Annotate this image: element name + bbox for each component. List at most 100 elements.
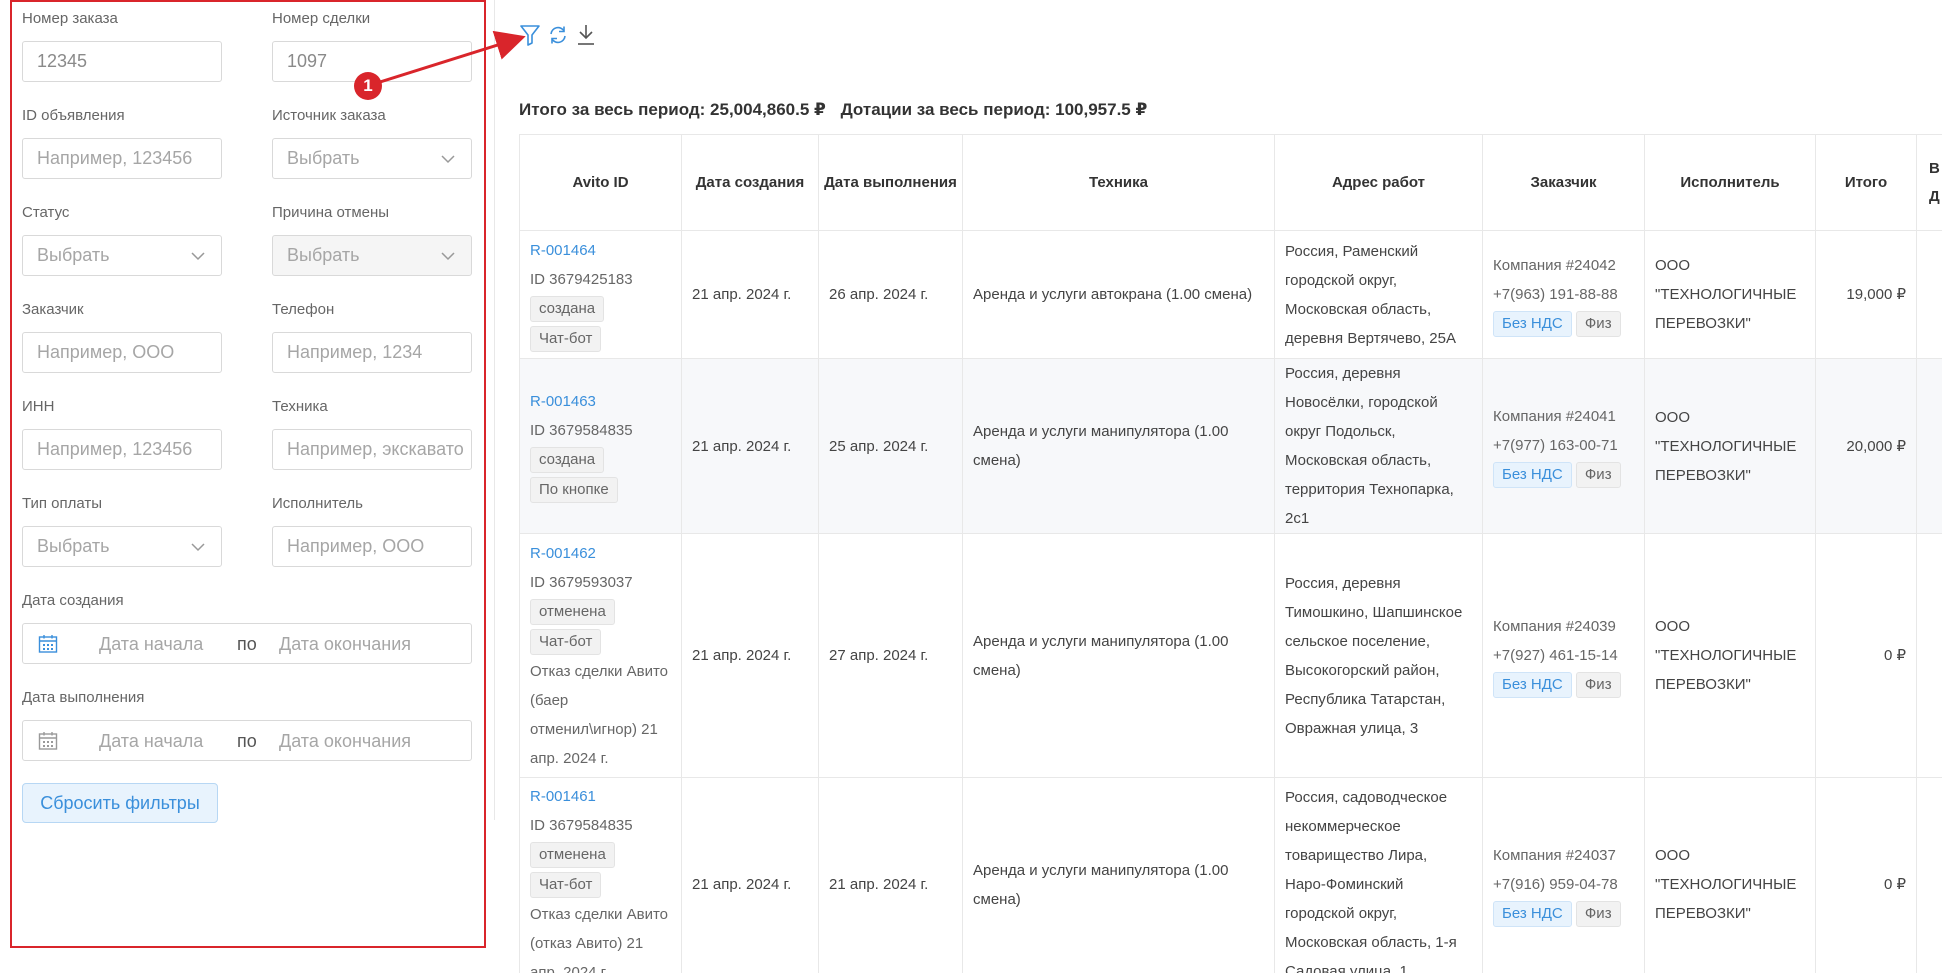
field-label: Техника	[272, 398, 328, 415]
column-header[interactable]: Техника	[962, 134, 1275, 231]
chevron-down-icon	[441, 155, 455, 164]
field-label: Статус	[22, 204, 70, 221]
status-badge: отменена	[530, 842, 615, 868]
field-label: ИНН	[22, 398, 55, 415]
customer-name: Компания #24037	[1493, 846, 1616, 864]
person-badge: Физ	[1575, 310, 1621, 337]
order-number-input[interactable]: 12345	[22, 41, 222, 82]
executor: ООО "ТЕХНОЛОГИЧНЫЕ ПЕРЕВОЗКИ"	[1644, 230, 1816, 359]
inn-input[interactable]: Например, 123456	[22, 429, 222, 470]
filter-toggle-button[interactable]	[518, 20, 542, 50]
status-badge: создана	[530, 295, 605, 322]
ad-id: ID 3679593037	[530, 573, 633, 591]
filter-payment-type: Тип оплаты Выбрать	[22, 487, 222, 584]
filter-order-source: Источник заказа Выбрать	[272, 99, 472, 196]
column-header[interactable]: Заказчик	[1482, 134, 1645, 231]
executor-input[interactable]: Например, ООО	[272, 526, 472, 567]
customer-input[interactable]: Например, ООО	[22, 332, 222, 373]
filter-created-date: Дата создания Дата начала по Дата оконча…	[22, 584, 472, 681]
panel-divider	[494, 0, 495, 820]
chevron-down-icon	[441, 252, 455, 261]
vat-badge: Без НДС	[1493, 900, 1572, 927]
column-header[interactable]: Дата выполнения	[818, 134, 963, 231]
order-id-link[interactable]: R-001464	[530, 236, 671, 265]
column-header[interactable]: Исполнитель	[1644, 134, 1816, 231]
date-start-input[interactable]: Дата начала	[99, 634, 203, 655]
address: Россия, Раменский городской округ, Моско…	[1274, 230, 1483, 359]
created-date: 21 апр. 2024 г.	[681, 230, 819, 359]
field-label: Заказчик	[22, 301, 84, 318]
order-id-link[interactable]: R-001462	[530, 539, 671, 568]
column-header[interactable]: В Д	[1916, 134, 1942, 231]
callout-badge: 1	[354, 72, 382, 100]
source-badge: Чат-бот	[530, 628, 602, 655]
customer-phone: +7(916) 959-04-78	[1493, 875, 1618, 893]
orders-table: Avito ID Дата создания Дата выполнения Т…	[519, 134, 1942, 973]
status-select[interactable]: Выбрать	[22, 235, 222, 276]
column-header[interactable]: Адрес работ	[1274, 134, 1483, 231]
order-id-link[interactable]: R-001463	[530, 387, 671, 416]
column-header[interactable]: Итого	[1815, 134, 1917, 231]
ad-id-input[interactable]: Например, 123456	[22, 138, 222, 179]
extra-cell	[1916, 358, 1942, 534]
payment-type-select[interactable]: Выбрать	[22, 526, 222, 567]
column-header[interactable]: Avito ID	[519, 134, 682, 231]
customer-name: Компания #24042	[1493, 256, 1616, 274]
filter-customer: Заказчик Например, ООО	[22, 293, 222, 390]
chevron-down-icon	[191, 252, 205, 261]
done-date: 25 апр. 2024 г.	[818, 358, 963, 534]
created-date: 21 апр. 2024 г.	[681, 777, 819, 973]
filter-panel: Номер заказа 12345 Номер сделки 1097 ID …	[10, 0, 486, 948]
download-button[interactable]	[574, 20, 598, 50]
total: 0 ₽	[1815, 533, 1917, 778]
order-source-select[interactable]: Выбрать	[272, 138, 472, 179]
field-label: Источник заказа	[272, 107, 386, 124]
equipment: Аренда и услуги автокрана (1.00 смена)	[962, 230, 1275, 359]
field-label: Тип оплаты	[22, 495, 103, 512]
select-placeholder: Выбрать	[37, 536, 110, 556]
executor: ООО "ТЕХНОЛОГИЧНЫЕ ПЕРЕВОЗКИ"	[1644, 533, 1816, 778]
field-label: Телефон	[272, 301, 335, 318]
total-amount: Итого за весь период: 25,004,860.5 ₽	[519, 100, 826, 119]
created-date-range[interactable]: Дата начала по Дата окончания	[22, 623, 472, 664]
equipment-input[interactable]: Например, экскавато	[272, 429, 472, 470]
reset-filters-button[interactable]: Сбросить фильтры	[22, 783, 218, 823]
date-start-input[interactable]: Дата начала	[99, 731, 203, 752]
customer-phone: +7(963) 191-88-88	[1493, 285, 1618, 303]
customer-name: Компания #24041	[1493, 408, 1616, 425]
refresh-button[interactable]	[546, 20, 570, 50]
customer-phone: +7(927) 461-15-14	[1493, 646, 1618, 664]
column-header[interactable]: Дата создания	[681, 134, 819, 231]
order-id-link[interactable]: R-001461	[530, 782, 671, 811]
done-date: 27 апр. 2024 г.	[818, 533, 963, 778]
select-placeholder: Выбрать	[287, 148, 360, 168]
field-label: ID объявления	[22, 107, 125, 124]
equipment: Аренда и услуги манипулятора (1.00 смена…	[962, 358, 1275, 534]
table-row[interactable]: R-001462 ID 3679593037 отменена Чат-бот …	[519, 533, 1942, 778]
table-toolbar	[518, 20, 598, 50]
person-badge: Физ	[1575, 900, 1621, 927]
cancel-reason-select[interactable]: Выбрать	[272, 235, 472, 276]
table-row[interactable]: R-001461 ID 3679584835 отменена Чат-бот …	[519, 777, 1942, 973]
address: Россия, деревня Тимошкино, Шапшинское се…	[1274, 533, 1483, 778]
cancel-note: Отказ сделки Авито (отказ Авито) 21 апр.…	[530, 906, 669, 973]
person-badge: Физ	[1575, 671, 1621, 698]
equipment: Аренда и услуги манипулятора (1.00 смена…	[962, 533, 1275, 778]
subsidies-amount: Дотации за весь период: 100,957.5 ₽	[840, 100, 1148, 119]
phone-input[interactable]: Например, 1234	[272, 332, 472, 373]
executor: ООО "ТЕХНОЛОГИЧНЫЕ ПЕРЕВОЗКИ"	[1644, 358, 1816, 534]
select-placeholder: Выбрать	[287, 245, 360, 265]
total: 0 ₽	[1815, 777, 1917, 973]
filter-order-number: Номер заказа 12345	[22, 2, 222, 99]
extra-cell	[1916, 777, 1942, 973]
table-header-row: Avito ID Дата создания Дата выполнения Т…	[519, 134, 1942, 231]
calendar-icon	[38, 732, 58, 750]
date-end-input[interactable]: Дата окончания	[279, 731, 411, 752]
date-end-input[interactable]: Дата окончания	[279, 634, 411, 655]
ad-id: ID 3679425183	[530, 270, 633, 288]
source-badge: По кнопке	[530, 477, 618, 503]
table-row[interactable]: R-001464 ID 3679425183 создана Чат-бот 2…	[519, 230, 1942, 359]
filter-icon	[520, 25, 540, 46]
done-date-range[interactable]: Дата начала по Дата окончания	[22, 720, 472, 761]
table-row[interactable]: R-001463 ID 3679584835 создана По кнопке…	[519, 358, 1942, 534]
